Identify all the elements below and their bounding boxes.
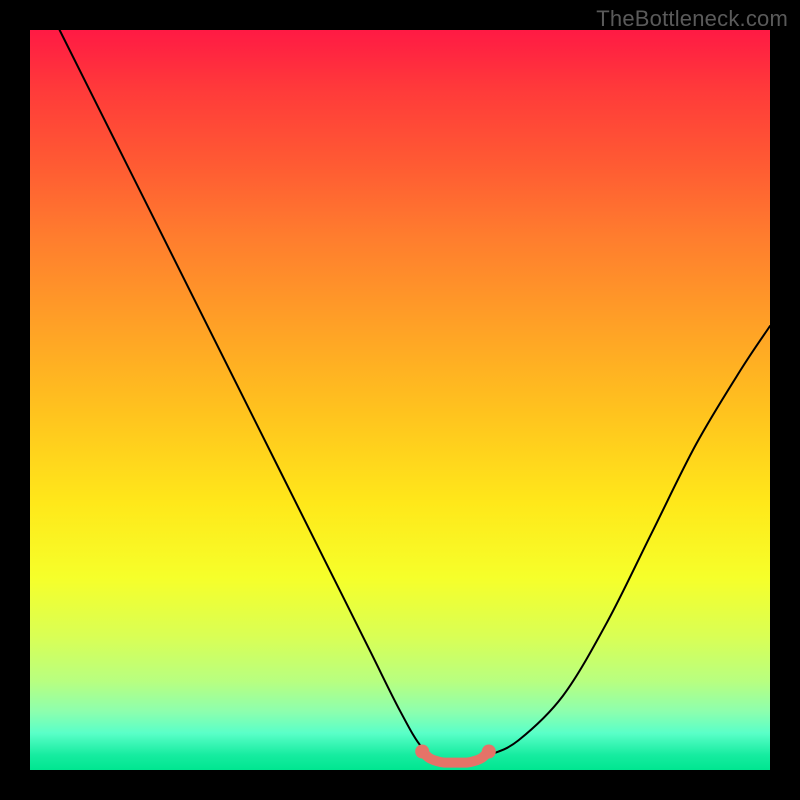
flat-region-marker [422, 752, 489, 763]
bottleneck-curve [60, 30, 770, 764]
marker-start-dot [415, 745, 429, 759]
chart-frame: TheBottleneck.com [0, 0, 800, 800]
plot-area [30, 30, 770, 770]
marker-end-dot [482, 745, 496, 759]
curve-layer [30, 30, 770, 770]
watermark-text: TheBottleneck.com [596, 6, 788, 32]
